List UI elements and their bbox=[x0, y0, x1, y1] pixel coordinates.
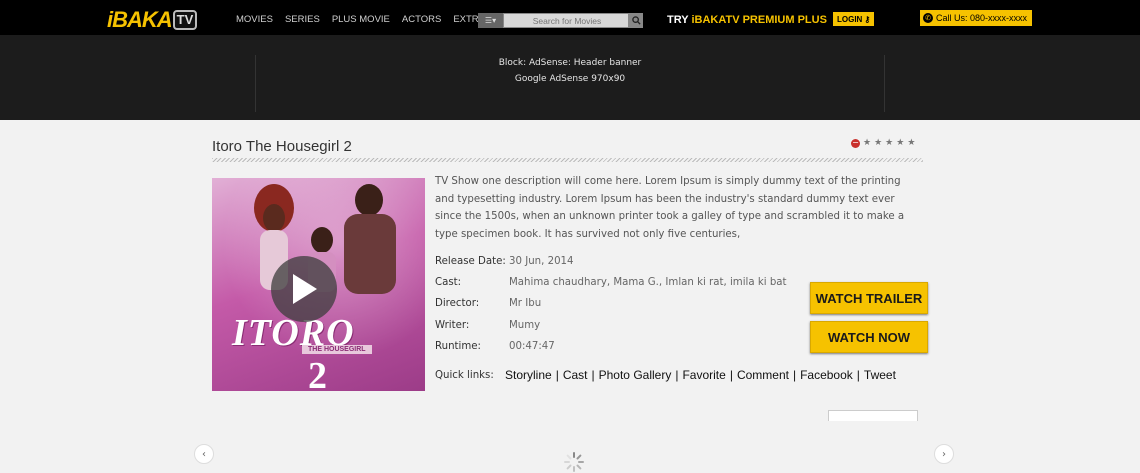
header-ad-banner: Block: AdSense: Header banner Google AdS… bbox=[255, 55, 885, 112]
loading-spinner-icon bbox=[564, 452, 584, 472]
nav-movies[interactable]: MOVIES bbox=[236, 14, 273, 25]
quick-link-storyline[interactable]: Storyline bbox=[505, 368, 552, 382]
nav-series[interactable]: SERIES bbox=[285, 14, 320, 25]
watch-now-button[interactable]: WATCH NOW bbox=[810, 321, 928, 353]
chevron-right-icon: › bbox=[942, 448, 946, 460]
search-category-dropdown[interactable]: ☰▾ bbox=[478, 13, 503, 28]
meta-writer: Writer: Mumy bbox=[435, 320, 540, 331]
login-button[interactable]: LOGIN ⚷ bbox=[833, 12, 875, 26]
nav-plus-movie[interactable]: PLUS MOVIE bbox=[332, 14, 390, 25]
star-icon[interactable]: ★ bbox=[885, 138, 893, 148]
show-description: TV Show one description will come here. … bbox=[435, 176, 905, 240]
premium-promo[interactable]: TRY iBAKATV PREMIUM PLUS bbox=[667, 14, 827, 26]
quick-link-comment[interactable]: Comment bbox=[737, 368, 789, 382]
call-label: Call Us: 080-xxxx-xxxx bbox=[936, 13, 1028, 23]
search-input[interactable] bbox=[503, 13, 629, 28]
meta-value: Mr Ibu bbox=[509, 298, 542, 309]
quick-link-facebook[interactable]: Facebook bbox=[800, 368, 853, 382]
star-icon[interactable]: ★ bbox=[874, 138, 882, 148]
star-icon[interactable]: ★ bbox=[907, 138, 915, 148]
carousel-next-button[interactable]: › bbox=[934, 444, 954, 464]
remove-rating-icon[interactable]: − bbox=[851, 138, 860, 148]
meta-director: Director: Mr Ibu bbox=[435, 298, 541, 309]
search-button[interactable] bbox=[629, 13, 643, 28]
meta-value: Mumy bbox=[509, 320, 541, 331]
poster-subtitle: THE HOUSEGIRL bbox=[302, 345, 372, 354]
ad-line-2: Google AdSense 970x90 bbox=[514, 74, 626, 84]
logo-tv-badge: TV bbox=[172, 10, 198, 30]
page-title: Itoro The Housegirl 2 bbox=[212, 138, 352, 155]
poster-number: 2 bbox=[308, 355, 327, 391]
main-nav: MOVIES SERIES PLUS MOVIE ACTORS EXTRAS bbox=[236, 14, 503, 25]
quick-links-list: Storyline | Cast | Photo Gallery | Favorite | Co… bbox=[505, 368, 896, 382]
star-icon[interactable]: ★ bbox=[896, 138, 904, 148]
play-button[interactable] bbox=[271, 256, 337, 322]
meta-value: 30 Jun, 2014 bbox=[509, 256, 574, 267]
quick-link-favorite[interactable]: Favorite bbox=[682, 368, 725, 382]
quick-link-cast[interactable]: Cast bbox=[563, 368, 588, 382]
play-icon bbox=[293, 274, 317, 304]
meta-label: Cast: bbox=[435, 277, 462, 288]
meta-release-date: Release Date: 30 Jun, 2014 bbox=[435, 256, 574, 267]
quick-link-tweet[interactable]: Tweet bbox=[864, 368, 896, 382]
ad-line-1: Block: AdSense: Header banner bbox=[498, 58, 642, 68]
watch-trailer-button[interactable]: WATCH TRAILER bbox=[810, 282, 928, 314]
meta-label: Release Date: bbox=[435, 256, 506, 267]
title-divider bbox=[212, 158, 923, 162]
meta-cast: Cast: Mahima chaudhary, Mama G., Imlan ki… bbox=[435, 277, 787, 288]
logo-text: iBAKA bbox=[107, 7, 173, 32]
promo-brand: iBAKATV PREMIUM PLUS bbox=[691, 14, 827, 26]
site-logo[interactable]: iBAKA TV bbox=[107, 7, 198, 32]
quick-links: Quick links: Storyline | Cast | Photo Galler… bbox=[435, 368, 896, 382]
chevron-left-icon: ‹ bbox=[202, 448, 206, 460]
meta-label: Runtime: bbox=[435, 341, 481, 352]
search-bar: ☰▾ bbox=[478, 13, 643, 28]
phone-icon: ✆ bbox=[923, 13, 933, 23]
search-icon bbox=[631, 16, 641, 25]
menu-icon: ☰▾ bbox=[484, 16, 497, 25]
star-icon[interactable]: ★ bbox=[863, 138, 871, 148]
quick-links-label: Quick links: bbox=[435, 369, 494, 381]
nav-actors[interactable]: ACTORS bbox=[402, 14, 441, 25]
meta-label: Writer: bbox=[435, 320, 470, 331]
quick-link-photo-gallery[interactable]: Photo Gallery bbox=[599, 368, 672, 382]
star-rating[interactable]: − ★ ★ ★ ★ ★ bbox=[851, 138, 915, 148]
meta-value: Mahima chaudhary, Mama G., Imlan ki rat,… bbox=[509, 277, 787, 288]
meta-value: 00:47:47 bbox=[509, 341, 555, 352]
carousel-prev-button[interactable]: ‹ bbox=[194, 444, 214, 464]
login-label: LOGIN bbox=[837, 14, 863, 24]
promo-prefix: TRY bbox=[667, 14, 692, 26]
meta-label: Director: bbox=[435, 298, 480, 309]
key-icon: ⚷ bbox=[864, 14, 871, 24]
dropdown-box[interactable] bbox=[828, 410, 918, 421]
meta-runtime: Runtime: 00:47:47 bbox=[435, 341, 555, 352]
call-us-button[interactable]: ✆ Call Us: 080-xxxx-xxxx bbox=[920, 10, 1032, 26]
